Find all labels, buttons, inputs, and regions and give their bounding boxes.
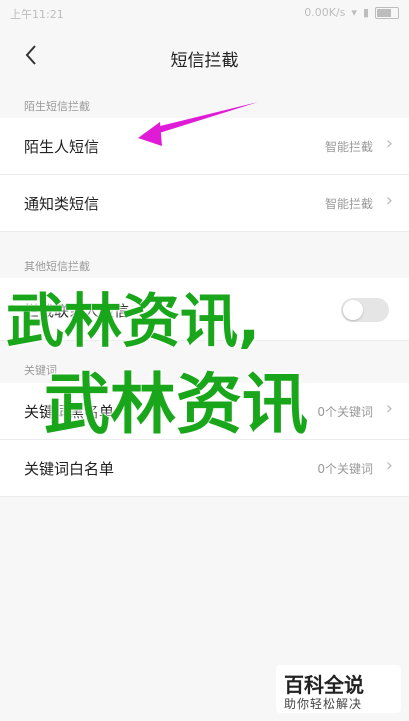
network-speed: 0.00K/s xyxy=(304,6,346,19)
logo-title: 百科全说 xyxy=(284,673,364,697)
chevron-right-icon: › xyxy=(385,455,393,476)
row-label: 关键词白名单 xyxy=(24,460,115,478)
site-logo: 百科全说 助你轻松解决 xyxy=(276,665,401,713)
row-value: 0个关键词 xyxy=(317,462,373,476)
chevron-right-icon: › xyxy=(385,133,393,154)
logo-subtitle: 助你轻松解决 xyxy=(284,697,363,711)
row-value: 智能拦截 xyxy=(324,140,373,154)
row-value: 0个关键词 xyxy=(317,405,373,419)
status-icons: 0.00K/s ▾ ▮ xyxy=(304,6,399,19)
row-stranger-sms[interactable]: 陌生人短信 智能拦截 › xyxy=(0,118,409,175)
title-bar: 短信拦截 xyxy=(0,26,409,88)
status-time: 上午11:21 xyxy=(10,8,64,21)
wifi-icon: ▾ xyxy=(351,6,357,19)
page-title: 短信拦截 xyxy=(170,51,239,71)
toggle-knob xyxy=(343,300,363,320)
battery-icon xyxy=(375,6,399,19)
watermark-line-2: 武林资讯 xyxy=(44,366,308,443)
block-contacts-toggle[interactable] xyxy=(341,298,389,322)
row-label: 通知类短信 xyxy=(24,195,100,213)
row-label: 陌生人短信 xyxy=(24,138,100,156)
signal-icon: ▮ xyxy=(362,6,369,19)
row-value: 智能拦截 xyxy=(324,197,373,211)
watermark-line-1: 武林资讯, xyxy=(6,287,261,355)
row-keyword-whitelist[interactable]: 关键词白名单 0个关键词 › xyxy=(0,440,409,497)
status-bar: 上午11:21 0.00K/s ▾ ▮ xyxy=(0,0,409,26)
chevron-right-icon: › xyxy=(385,190,393,211)
section-header-other: 其他短信拦截 xyxy=(0,248,409,278)
row-notice-sms[interactable]: 通知类短信 智能拦截 › xyxy=(0,175,409,232)
section-header-stranger: 陌生短信拦截 xyxy=(0,88,409,118)
chevron-right-icon: › xyxy=(385,398,393,419)
